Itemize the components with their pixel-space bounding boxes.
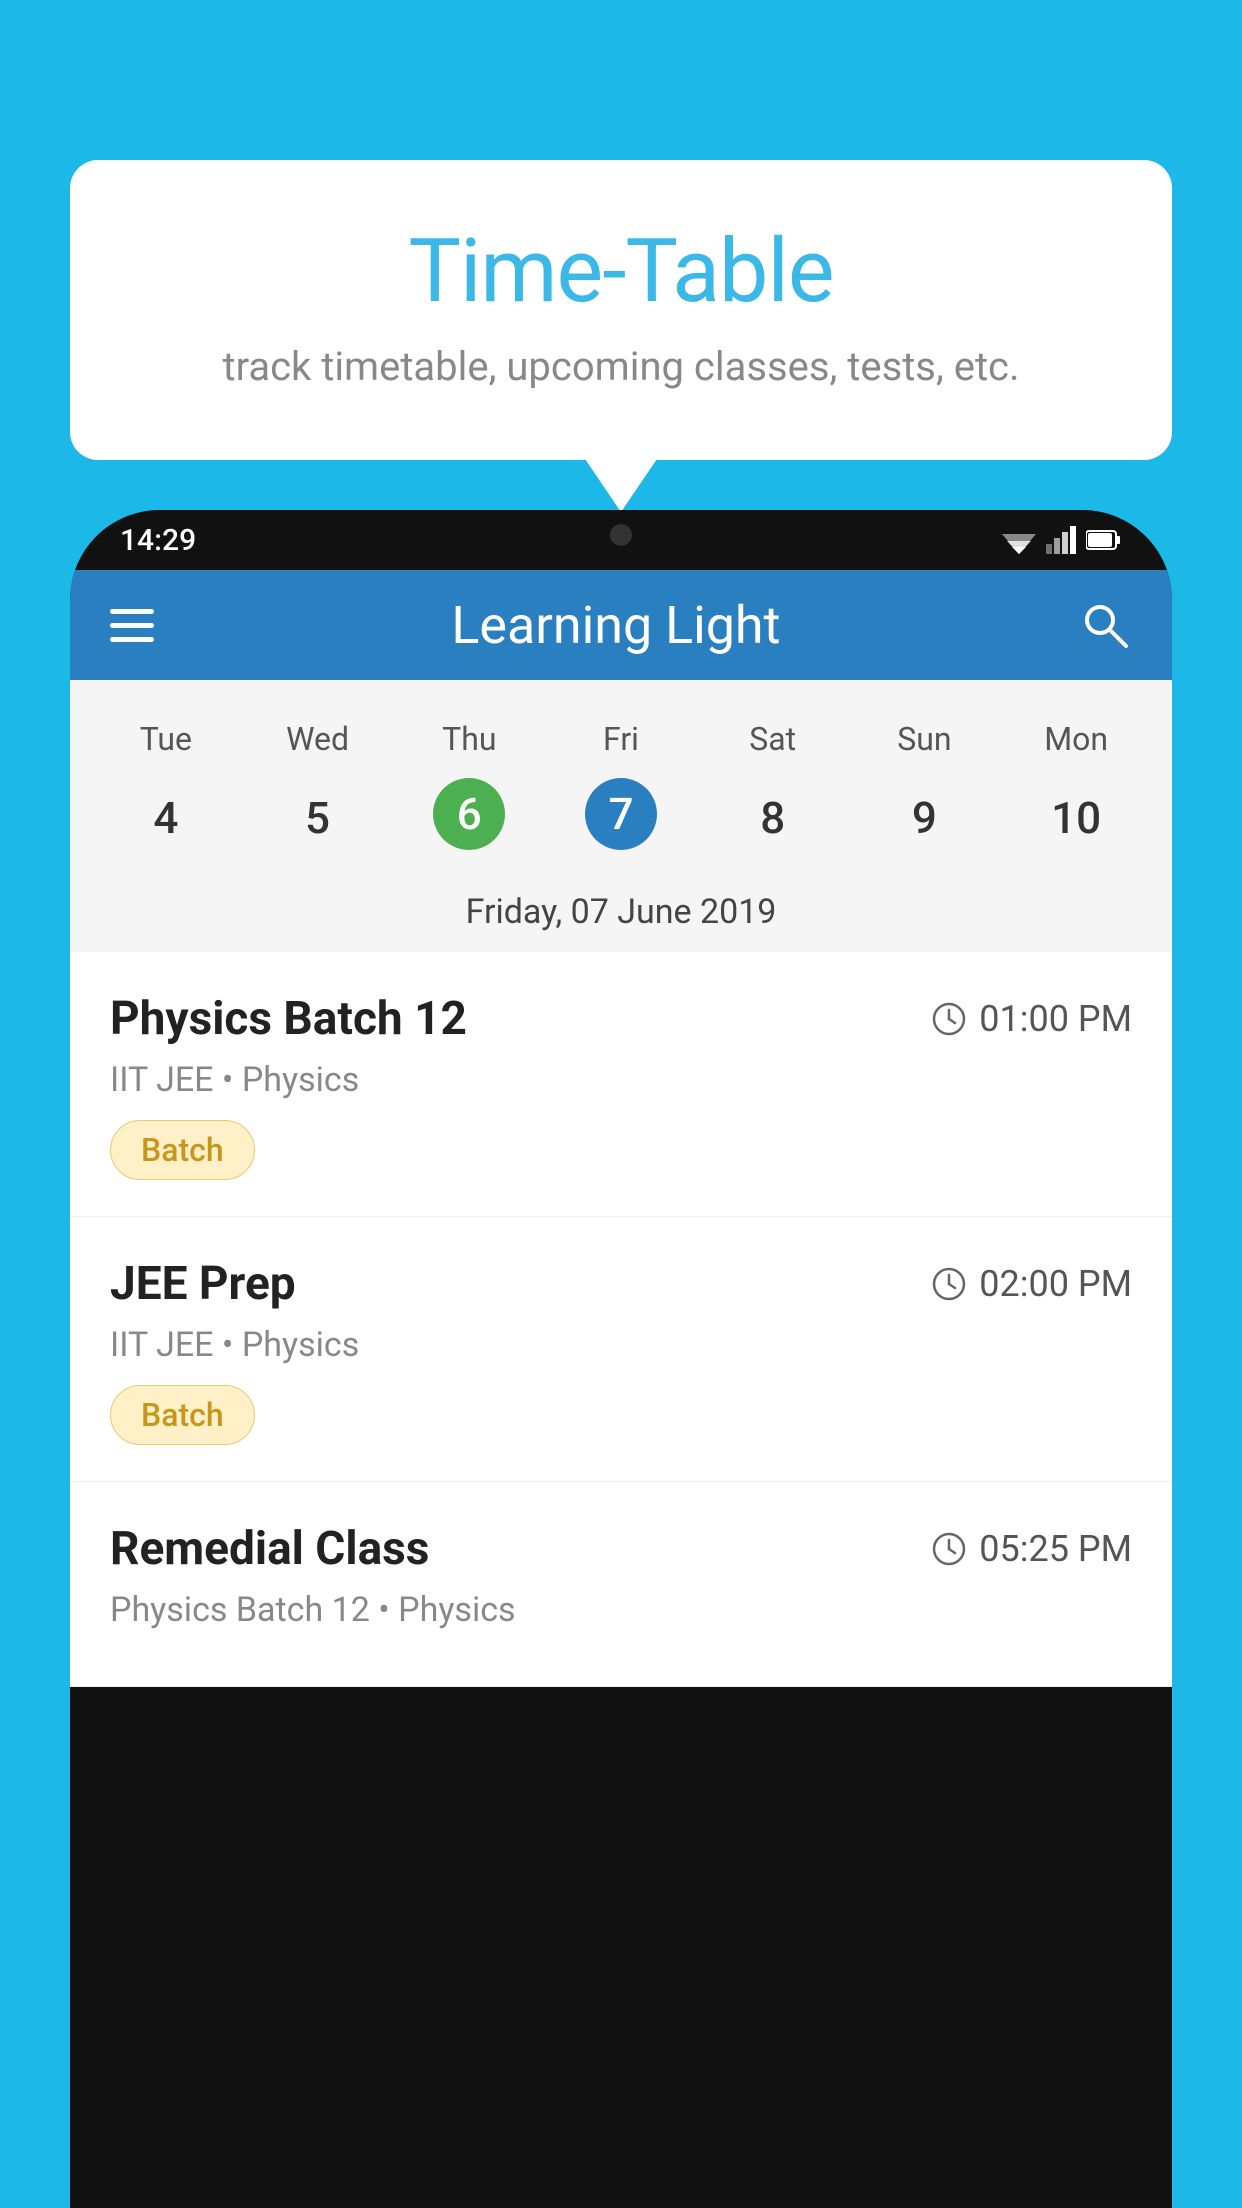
- battery-icon: [1086, 529, 1122, 551]
- tooltip-card: Time-Table track timetable, upcoming cla…: [70, 160, 1172, 460]
- hamburger-line-3: [110, 637, 154, 642]
- hamburger-button[interactable]: [110, 609, 154, 642]
- date-10[interactable]: 10: [1000, 778, 1152, 858]
- day-header-thu: Thu: [393, 710, 545, 768]
- date-4[interactable]: 4: [90, 778, 242, 858]
- class-meta-1: IIT JEE • Physics: [110, 1060, 1132, 1100]
- batch-badge-2: Batch: [110, 1385, 255, 1445]
- class-time-text-3: 05:25 PM: [979, 1528, 1132, 1570]
- class-time-3: 05:25 PM: [931, 1528, 1132, 1570]
- class-item-physics-batch[interactable]: Physics Batch 12 01:00 PM IIT JEE • Phys…: [70, 952, 1172, 1217]
- day-header-sat: Sat: [697, 710, 849, 768]
- phone-notch: [561, 510, 681, 560]
- day-header-sun: Sun: [849, 710, 1001, 768]
- search-button[interactable]: [1078, 598, 1132, 652]
- batch-badge-1: Batch: [110, 1120, 255, 1180]
- day-headers: Tue Wed Thu Fri Sat Sun Mon: [70, 700, 1172, 778]
- camera-dot: [610, 524, 632, 546]
- date-9[interactable]: 9: [849, 778, 1001, 858]
- status-icons: [1002, 526, 1122, 554]
- signal-icon: [1046, 526, 1076, 554]
- clock-icon-1: [931, 1001, 967, 1037]
- class-meta-2: IIT JEE • Physics: [110, 1325, 1132, 1365]
- hamburger-line-2: [110, 623, 154, 628]
- day-numbers: 4 5 6 7 8 9 10: [70, 778, 1172, 878]
- tooltip-title: Time-Table: [130, 220, 1112, 323]
- clock-icon-2: [931, 1266, 967, 1302]
- day-header-wed: Wed: [242, 710, 394, 768]
- wifi-icon: [1002, 526, 1036, 554]
- date-5[interactable]: 5: [242, 778, 394, 858]
- class-item-remedial[interactable]: Remedial Class 05:25 PM Physics Batch 12…: [70, 1482, 1172, 1687]
- class-time-text-1: 01:00 PM: [979, 998, 1132, 1040]
- search-icon: [1080, 600, 1130, 650]
- class-time-1: 01:00 PM: [931, 998, 1132, 1040]
- class-item-top-3: Remedial Class 05:25 PM: [110, 1522, 1132, 1576]
- class-name-1: Physics Batch 12: [110, 992, 467, 1046]
- phone-frame: 14:29: [70, 510, 1172, 2208]
- class-meta-3: Physics Batch 12 • Physics: [110, 1590, 1132, 1630]
- hamburger-line-1: [110, 609, 154, 614]
- status-bar: 14:29: [70, 510, 1172, 570]
- class-item-top-2: JEE Prep 02:00 PM: [110, 1257, 1132, 1311]
- class-name-2: JEE Prep: [110, 1257, 296, 1311]
- calendar-section: Tue Wed Thu Fri Sat Sun Mon 4 5 6 7 8 9 …: [70, 680, 1172, 952]
- class-item-top-1: Physics Batch 12 01:00 PM: [110, 992, 1132, 1046]
- date-6-today[interactable]: 6: [433, 778, 505, 850]
- status-time: 14:29: [120, 523, 196, 558]
- class-time-2: 02:00 PM: [931, 1263, 1132, 1305]
- clock-icon-3: [931, 1531, 967, 1567]
- date-8[interactable]: 8: [697, 778, 849, 858]
- day-header-fri: Fri: [545, 710, 697, 768]
- selected-date-label: Friday, 07 June 2019: [70, 878, 1172, 952]
- day-header-tue: Tue: [90, 710, 242, 768]
- class-list: Physics Batch 12 01:00 PM IIT JEE • Phys…: [70, 952, 1172, 1687]
- tooltip-subtitle: track timetable, upcoming classes, tests…: [130, 343, 1112, 390]
- class-time-text-2: 02:00 PM: [979, 1263, 1132, 1305]
- class-item-jee-prep[interactable]: JEE Prep 02:00 PM IIT JEE • Physics Batc…: [70, 1217, 1172, 1482]
- class-name-3: Remedial Class: [110, 1522, 429, 1576]
- date-7-selected[interactable]: 7: [585, 778, 657, 850]
- day-header-mon: Mon: [1000, 710, 1152, 768]
- app-title: Learning Light: [451, 595, 780, 656]
- app-header: Learning Light: [70, 570, 1172, 680]
